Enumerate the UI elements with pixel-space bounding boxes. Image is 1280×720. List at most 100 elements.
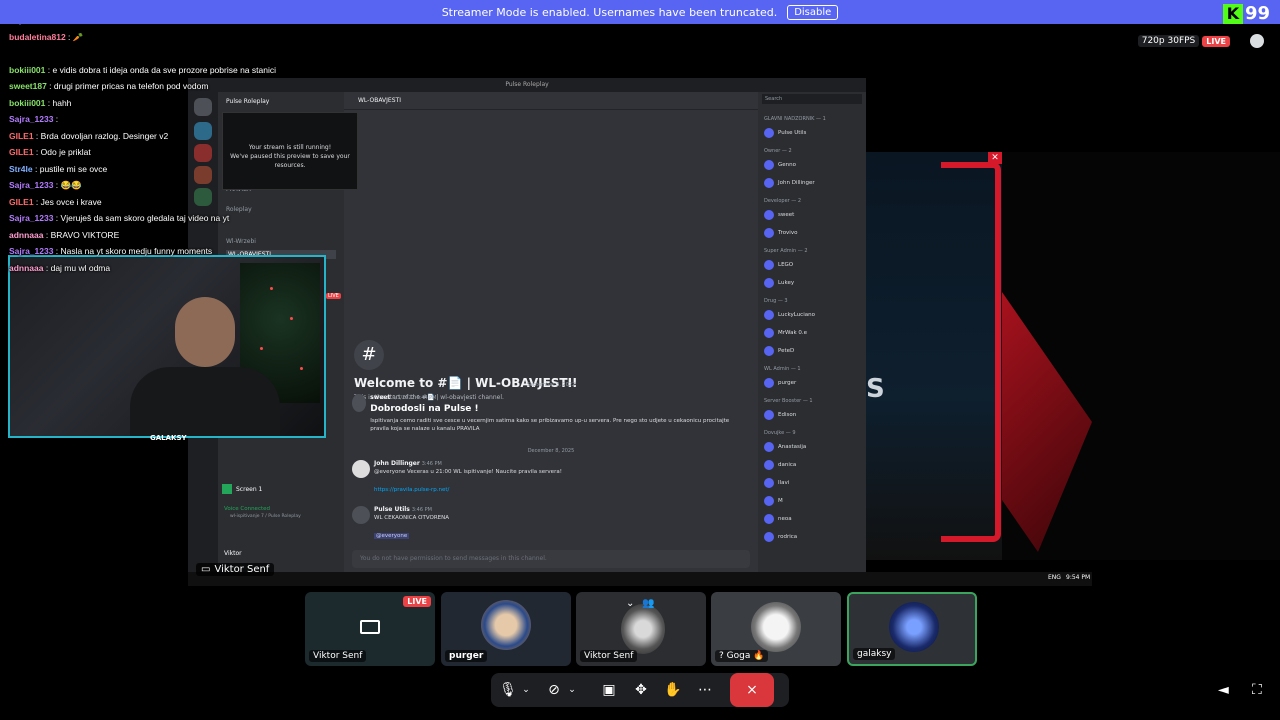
participant-tile-speaking[interactable]: galaksy — [847, 592, 977, 666]
users-icon[interactable]: 👥 — [642, 598, 654, 609]
channel-item[interactable]: Roleplay — [226, 206, 252, 213]
member-item[interactable]: danica — [762, 458, 862, 472]
voice-channel-info: wl-ispitivanje 7 / Pulse Roleplay — [230, 514, 301, 519]
member-item[interactable]: sweet — [762, 208, 862, 222]
chat-username[interactable]: adnnaaa — [9, 263, 44, 273]
member-item[interactable]: Ilavi — [762, 476, 862, 490]
self-username[interactable]: Viktor — [224, 550, 242, 557]
member-item[interactable]: purger — [762, 376, 862, 390]
chat-username[interactable]: Str4le — [9, 164, 33, 174]
chat-username[interactable]: Sajra_1233 — [9, 180, 53, 190]
server-icon[interactable] — [194, 122, 212, 140]
message-input[interactable]: You do not have permission to send messa… — [352, 550, 750, 568]
chat-username[interactable]: sweet187 — [9, 81, 47, 91]
chat-username[interactable]: GILE1 — [9, 197, 34, 207]
chat-message: e vidis dobra ti ideja onda da sve prozo… — [52, 64, 276, 75]
member-item[interactable]: PeteD — [762, 344, 862, 358]
chat-username[interactable]: GILE1 — [9, 147, 34, 157]
message-body: Ispitivanja cemo raditi sve cesce u vece… — [370, 418, 730, 432]
chat-username[interactable]: Sajra_1233 — [9, 213, 53, 223]
message-time: 3:46 PM — [421, 461, 442, 467]
chat-username[interactable]: bokiii001 — [9, 98, 45, 108]
member-item[interactable]: M — [762, 494, 862, 508]
activities-icon[interactable]: ✥ — [629, 673, 653, 707]
chevron-down-icon[interactable]: ⌄ — [626, 598, 634, 609]
screen-share-icon[interactable]: ▣ — [597, 673, 621, 707]
member-item[interactable]: neoa — [762, 512, 862, 526]
avatar — [764, 160, 774, 170]
tile-label: Viktor Senf — [580, 650, 638, 662]
message: Pulse Utils 3:46 PM WL CEKAONICA OTVOREN… — [352, 506, 742, 539]
chat-area: WL-OBAVJESTI # Welcome to #📄 | WL-OBAVJE… — [344, 92, 758, 572]
member-name: purger — [778, 380, 797, 386]
member-name: John Dillinger — [778, 180, 815, 186]
chat-bubble-icon[interactable] — [1250, 34, 1264, 48]
member-name: Pulse Utils — [778, 130, 807, 136]
chat-separator: : — [43, 229, 51, 240]
member-item[interactable]: rodrica — [762, 530, 862, 544]
chevron-down-icon[interactable]: ⌄ — [519, 673, 533, 707]
channel-item[interactable]: Wl-Wrzebi — [226, 238, 256, 245]
mention-everyone[interactable]: @everyone — [374, 533, 410, 539]
chat-username[interactable]: budaletina812 — [9, 32, 66, 42]
fullscreen-icon[interactable]: ⛶ — [1252, 682, 1262, 698]
member-item[interactable]: Lukey — [762, 276, 862, 290]
avatar[interactable] — [352, 506, 370, 524]
disable-streamer-mode-button[interactable]: Disable — [787, 4, 839, 20]
chat-username[interactable]: bokiii001 — [9, 65, 45, 75]
avatar — [481, 600, 531, 650]
message-author[interactable]: sweet — [370, 394, 390, 401]
member-item[interactable]: John Dillinger — [762, 176, 862, 190]
avatar[interactable] — [352, 460, 370, 478]
member-item[interactable]: Genno — [762, 158, 862, 172]
soundboard-icon[interactable]: ✋ — [661, 673, 685, 707]
webcam-overlay — [8, 255, 326, 438]
message-author[interactable]: Pulse Utils — [374, 506, 410, 513]
member-name: LEGO — [778, 262, 794, 268]
chat-username[interactable]: Sajra_1233 — [9, 24, 53, 25]
chat-separator: : — [46, 81, 54, 91]
more-options-icon[interactable]: ⋯ — [693, 673, 717, 707]
taskbar-time: 9:54 PM — [1066, 574, 1091, 581]
avatar[interactable] — [352, 394, 367, 412]
avatar — [764, 532, 774, 542]
chat-username[interactable]: Sajra_1233 — [9, 114, 53, 124]
camera-off-icon[interactable]: ⊘ — [543, 673, 565, 707]
chat-username[interactable]: adnnaaa — [9, 230, 44, 240]
server-icon[interactable] — [194, 188, 212, 206]
member-item[interactable]: Edison — [762, 408, 862, 422]
chat-username[interactable]: GILE1 — [9, 131, 34, 141]
server-name[interactable]: Pulse Roleplay — [226, 98, 269, 105]
participant-tile[interactable]: LIVE Viktor Senf — [305, 592, 435, 666]
screen-label: Screen 1 — [236, 485, 263, 493]
chat-message: Nasla na yt skoro medju funny moments — [60, 246, 213, 256]
message-link[interactable]: https://pravila.pulse-rp.net/ — [374, 487, 562, 493]
search-input[interactable]: Search — [762, 94, 862, 104]
participant-tile[interactable]: ⌄ 👥 Viktor Senf — [576, 592, 706, 666]
screen-share-row[interactable]: Screen 1 — [222, 482, 340, 496]
windows-taskbar: ENG 9:54 PM — [188, 572, 1092, 586]
server-icon[interactable] — [194, 144, 212, 162]
date-divider: September 3, 2022 — [526, 382, 576, 388]
member-item[interactable]: Trovivo — [762, 226, 862, 240]
chevron-down-icon[interactable]: ⌄ — [565, 673, 579, 707]
participant-tile[interactable]: ? Goga 🔥 — [711, 592, 841, 666]
leave-call-button[interactable]: ⨯ — [730, 673, 774, 707]
member-item[interactable]: Anastasija — [762, 440, 862, 454]
member-item[interactable]: MrWak 0.e — [762, 326, 862, 340]
chat-line: Sajra_1233 : — [9, 114, 58, 124]
volume-icon[interactable]: ◄ — [1218, 682, 1229, 698]
member-item[interactable]: LEGO — [762, 258, 862, 272]
participant-tile[interactable]: purger — [441, 592, 571, 666]
stream-viewer[interactable]: S ✕ Pulse Roleplay Pulse Roleplay PRAVIL… — [0, 24, 1280, 586]
chat-username[interactable]: Sajra_1233 — [9, 246, 53, 256]
member-name: neoa — [778, 516, 792, 522]
game-logo-text: S — [866, 374, 885, 404]
server-icon[interactable] — [194, 166, 212, 184]
member-item[interactable]: LuckyLuciano — [762, 308, 862, 322]
message-author[interactable]: John Dillinger — [374, 460, 420, 467]
microphone-icon[interactable]: 🎙 — [497, 673, 519, 707]
discord-home-icon[interactable] — [194, 98, 212, 116]
hash-icon: # — [354, 340, 384, 370]
member-item[interactable]: Pulse Utils — [762, 126, 862, 140]
